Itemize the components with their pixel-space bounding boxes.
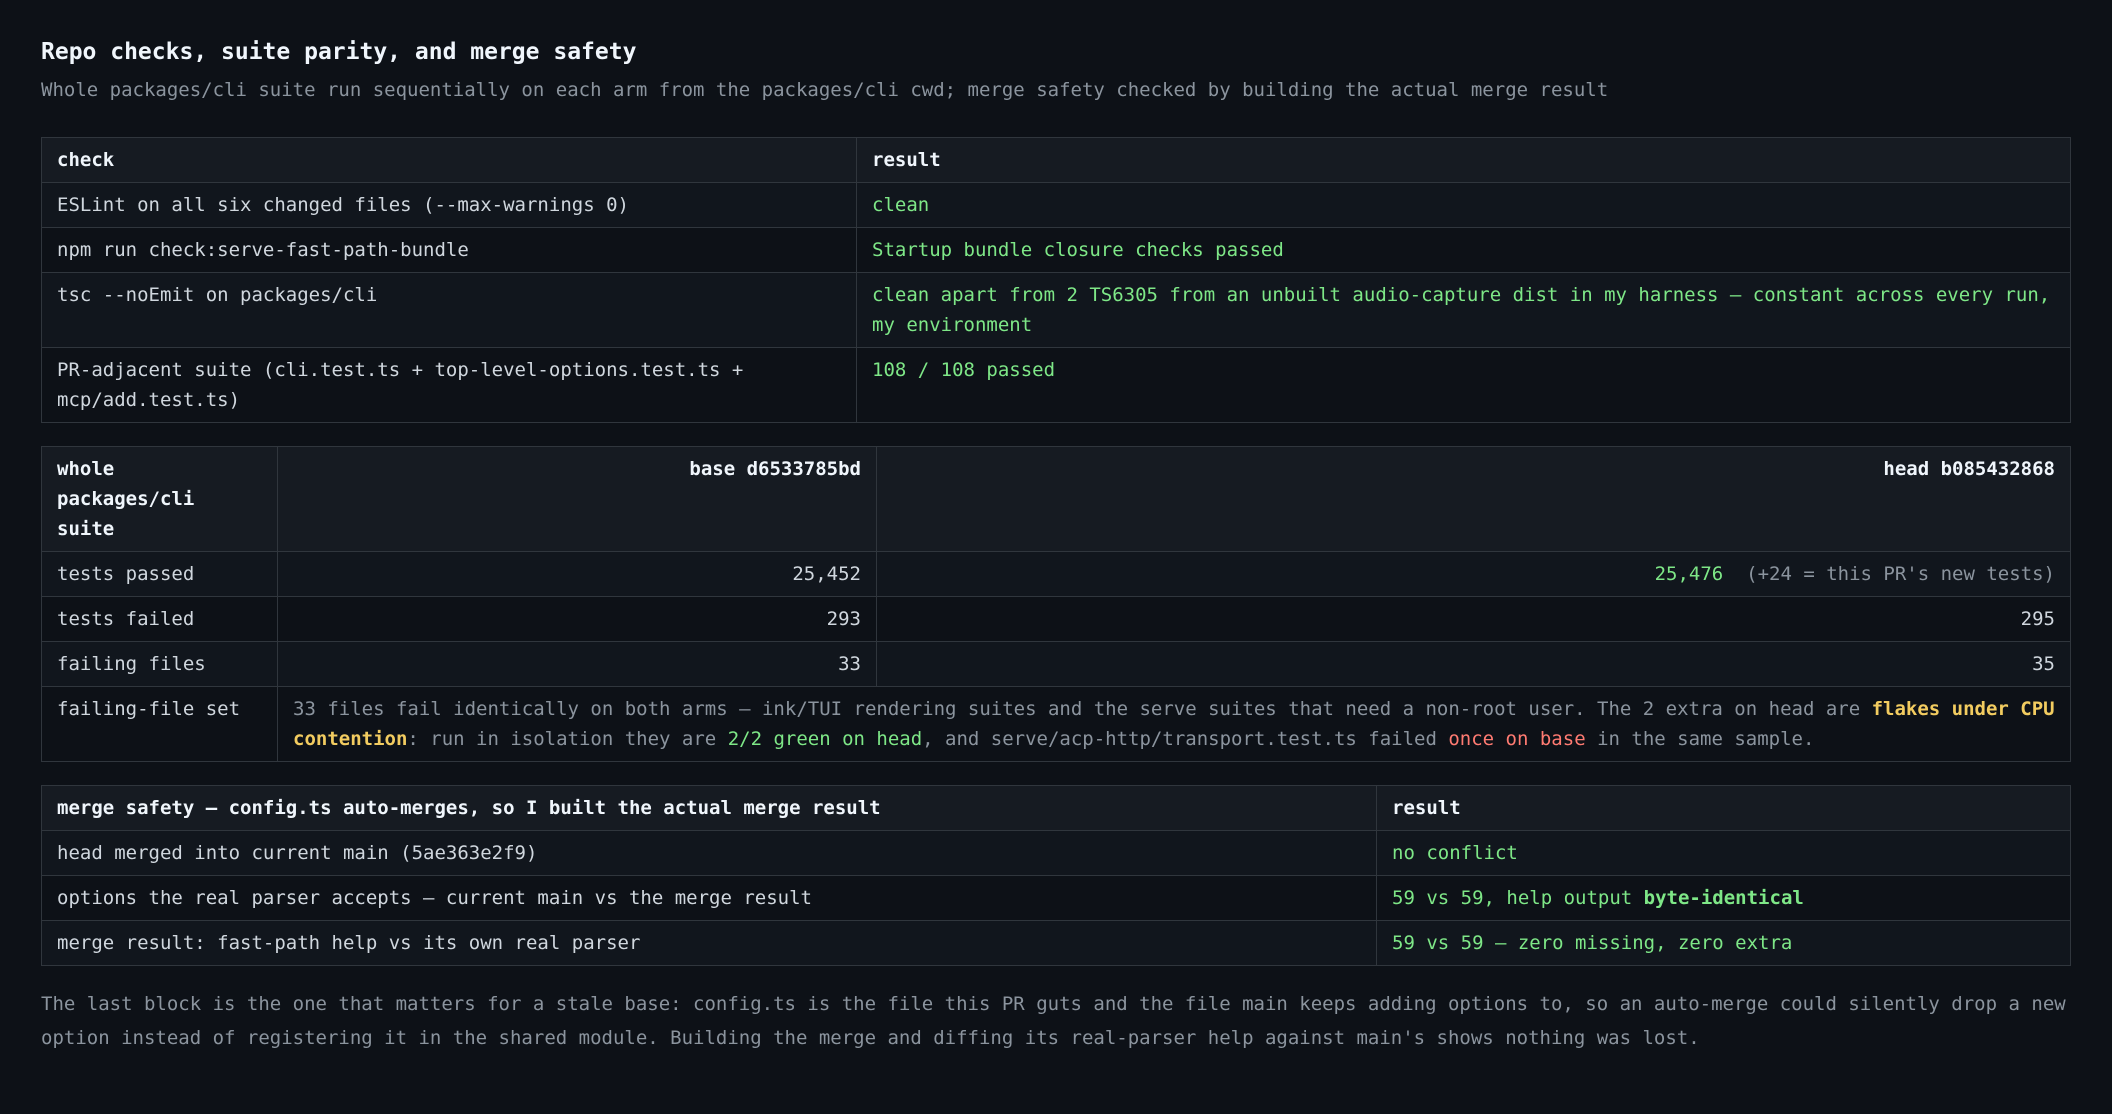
failing-set-text: 33 files fail identically on both arms —… (293, 698, 1872, 720)
suite-header-label: whole packages/cli suite (41, 446, 278, 552)
merge-check: options the real parser accepts — curren… (41, 875, 1377, 921)
head-value: 35 (876, 641, 2071, 687)
head-value-cell: 25,476 (+24 = this PR's new tests) (876, 551, 2071, 597)
merge-result: no conflict (1376, 830, 2071, 876)
check-name: PR-adjacent suite (cli.test.ts + top-lev… (41, 347, 857, 423)
metric-label: failing-file set (41, 686, 278, 762)
check-name: ESLint on all six changed files (--max-w… (41, 182, 857, 228)
check-result: Startup bundle closure checks passed (856, 227, 2071, 273)
merge-result: 59 vs 59, help output (1392, 887, 1644, 909)
table-row: head merged into current main (5ae363e2f… (41, 830, 2071, 876)
checks-header-row: check result (41, 137, 2071, 183)
check-result: 108 / 108 passed (856, 347, 2071, 423)
page-subtitle: Whole packages/cli suite run sequentiall… (41, 79, 1609, 101)
suite-table: whole packages/cli suite base d6533785bd… (41, 446, 2071, 762)
footnote: The last block is the one that matters f… (41, 993, 2066, 1049)
failing-set-text: in the same sample. (1585, 728, 1815, 750)
failing-set-text: : run in isolation they are (407, 728, 728, 750)
head-value-note: (+24 = this PR's new tests) (1746, 563, 2055, 585)
table-row: tests failed 293 295 (41, 596, 2071, 642)
table-row: PR-adjacent suite (cli.test.ts + top-lev… (41, 347, 2071, 423)
base-value: 33 (277, 641, 877, 687)
check-name: npm run check:serve-fast-path-bundle (41, 227, 857, 273)
check-name: tsc --noEmit on packages/cli (41, 272, 857, 348)
merge-result-bold: byte-identical (1643, 887, 1804, 909)
table-row: tsc --noEmit on packages/cli clean apart… (41, 272, 2071, 348)
merge-header-check: merge safety — config.ts auto-merges, so… (41, 785, 1377, 831)
metric-label: tests passed (41, 551, 278, 597)
green-highlight: 2/2 green on head (727, 728, 923, 750)
metric-label: failing files (41, 641, 278, 687)
table-row: tests passed 25,452 25,476 (+24 = this P… (41, 551, 2071, 597)
report-page: Repo checks, suite parity, and merge saf… (0, 0, 2112, 1055)
failing-set-description: 33 files fail identically on both arms —… (277, 686, 2071, 762)
merge-result-cell: 59 vs 59, help output byte-identical (1376, 875, 2071, 921)
suite-header-base: base d6533785bd (277, 446, 877, 552)
merge-table: merge safety — config.ts auto-merges, so… (41, 785, 2071, 966)
head-value: 295 (876, 596, 2071, 642)
base-value: 293 (277, 596, 877, 642)
merge-result: 59 vs 59 — zero missing, zero extra (1376, 920, 2071, 966)
check-result: clean (856, 182, 2071, 228)
checks-header-check: check (41, 137, 857, 183)
check-result: clean apart from 2 TS6305 from an unbuil… (856, 272, 2071, 348)
base-value: 25,452 (277, 551, 877, 597)
table-row: failing files 33 35 (41, 641, 2071, 687)
suite-header-head: head b085432868 (876, 446, 2071, 552)
merge-header-result: result (1376, 785, 2071, 831)
table-row: options the real parser accepts — curren… (41, 875, 2071, 921)
failing-set-text: , and serve/acp-http/transport.test.ts f… (922, 728, 1449, 750)
merge-check: head merged into current main (5ae363e2f… (41, 830, 1377, 876)
head-value: 25,476 (1654, 563, 1724, 585)
red-highlight: once on base (1448, 728, 1586, 750)
metric-label: tests failed (41, 596, 278, 642)
page-title: Repo checks, suite parity, and merge saf… (41, 39, 637, 65)
table-row: npm run check:serve-fast-path-bundle Sta… (41, 227, 2071, 273)
checks-table: check result ESLint on all six changed f… (41, 137, 2071, 423)
merge-check: merge result: fast-path help vs its own … (41, 920, 1377, 966)
table-row: failing-file set 33 files fail identical… (41, 686, 2071, 762)
table-row: ESLint on all six changed files (--max-w… (41, 182, 2071, 228)
table-row: merge result: fast-path help vs its own … (41, 920, 2071, 966)
merge-header-row: merge safety — config.ts auto-merges, so… (41, 785, 2071, 831)
checks-header-result: result (856, 137, 2071, 183)
suite-header-row: whole packages/cli suite base d6533785bd… (41, 446, 2071, 552)
